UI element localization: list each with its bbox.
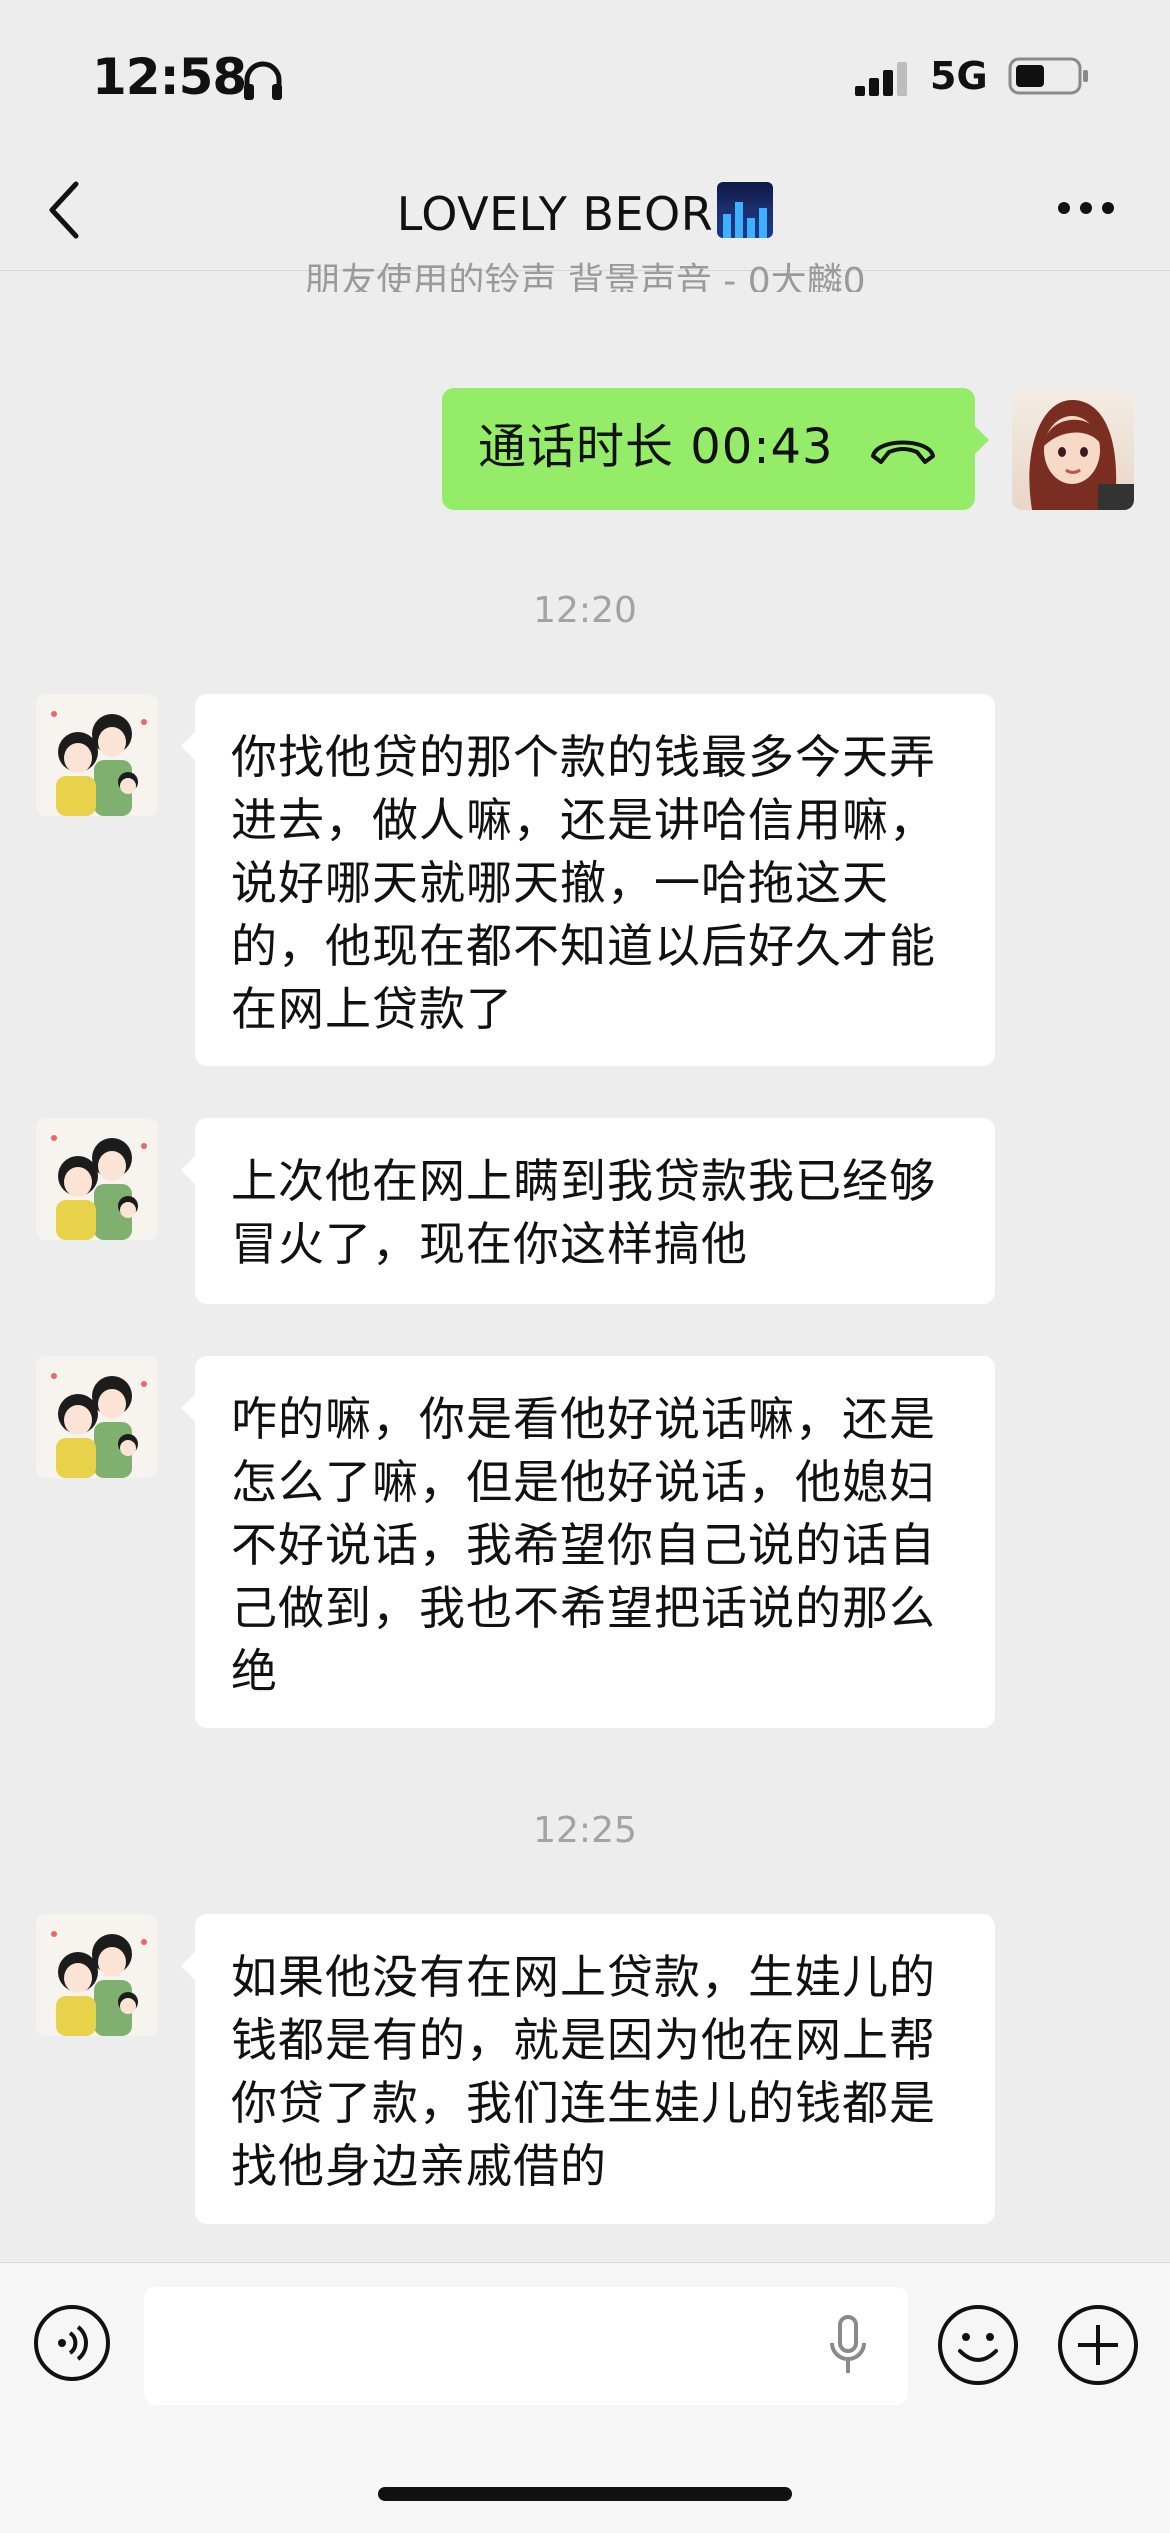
girl-avatar-icon (1029, 399, 1134, 510)
my-avatar[interactable] (1012, 388, 1134, 510)
headphone-icon (244, 61, 282, 100)
contact-avatar[interactable] (36, 1356, 158, 1478)
partial-top-text: 朋友使用的铃声 背景声音 - 0大麟0 (304, 261, 866, 292)
hangup-icon (871, 440, 935, 464)
message-bubble[interactable]: 咋的嘛，你是看他好说话嘛，还是怎么了嘛，但是他好说话，他媳妇不好说话，我希望你自… (181, 1356, 995, 1728)
message-text: 如果他没有在网上贷款，生娃儿的钱都是有的，就是因为他在网上帮你贷了款，我们连生娃… (231, 1950, 936, 2193)
couple-avatar-icon (51, 1135, 147, 1240)
timestamp: 12:20 (533, 590, 637, 631)
contact-avatar[interactable] (36, 1914, 158, 2036)
mic-icon[interactable] (828, 2313, 868, 2379)
message-text: 咋的嘛，你是看他好说话嘛，还是怎么了嘛，但是他好说话，他媳妇不好说话，我希望你自… (231, 1392, 936, 1698)
signal-icon (855, 62, 907, 96)
network-label: 5G (930, 54, 988, 98)
message-bubble[interactable]: 如果他没有在网上贷款，生娃儿的钱都是有的，就是因为他在网上帮你贷了款，我们连生娃… (181, 1914, 995, 2224)
add-icon[interactable] (1056, 2303, 1140, 2387)
night-city-emoji-icon (717, 182, 774, 238)
input-bar (0, 2262, 1170, 2533)
message-input[interactable] (144, 2287, 908, 2405)
battery-icon (1008, 57, 1088, 95)
couple-avatar-icon (51, 1931, 147, 2036)
contact-avatar[interactable] (36, 694, 158, 816)
message-text: 你找他贷的那个款的钱最多今天弄进去，做人嘛，还是讲哈信用嘛，说好哪天就哪天撤，一… (231, 730, 936, 1036)
call-bubble[interactable]: 通话时长 00:43 (442, 388, 989, 510)
couple-avatar-icon (51, 711, 147, 816)
voice-icon[interactable] (32, 2303, 112, 2383)
status-bar: 12:58 5G (0, 0, 1170, 150)
timestamp: 12:25 (533, 1810, 637, 1851)
home-indicator (378, 2487, 792, 2501)
more-icon[interactable] (1056, 198, 1116, 218)
couple-avatar-icon (51, 1373, 147, 1478)
call-duration-text: 通话时长 00:43 (478, 419, 834, 475)
emoji-icon[interactable] (936, 2303, 1020, 2387)
message-text: 上次他在网上瞒到我贷款我已经够冒火了，现在你这样搞他 (231, 1154, 936, 1271)
chat-title: LOVELY BEOR (0, 182, 1170, 241)
status-time: 12:58 (92, 48, 247, 106)
message-bubble[interactable]: 你找他贷的那个款的钱最多今天弄进去，做人嘛，还是讲哈信用嘛，说好哪天就哪天撤，一… (181, 694, 995, 1066)
message-bubble[interactable]: 上次他在网上瞒到我贷款我已经够冒火了，现在你这样搞他 (181, 1118, 995, 1304)
chat-title-text: LOVELY BEOR (396, 187, 714, 241)
contact-avatar[interactable] (36, 1118, 158, 1240)
